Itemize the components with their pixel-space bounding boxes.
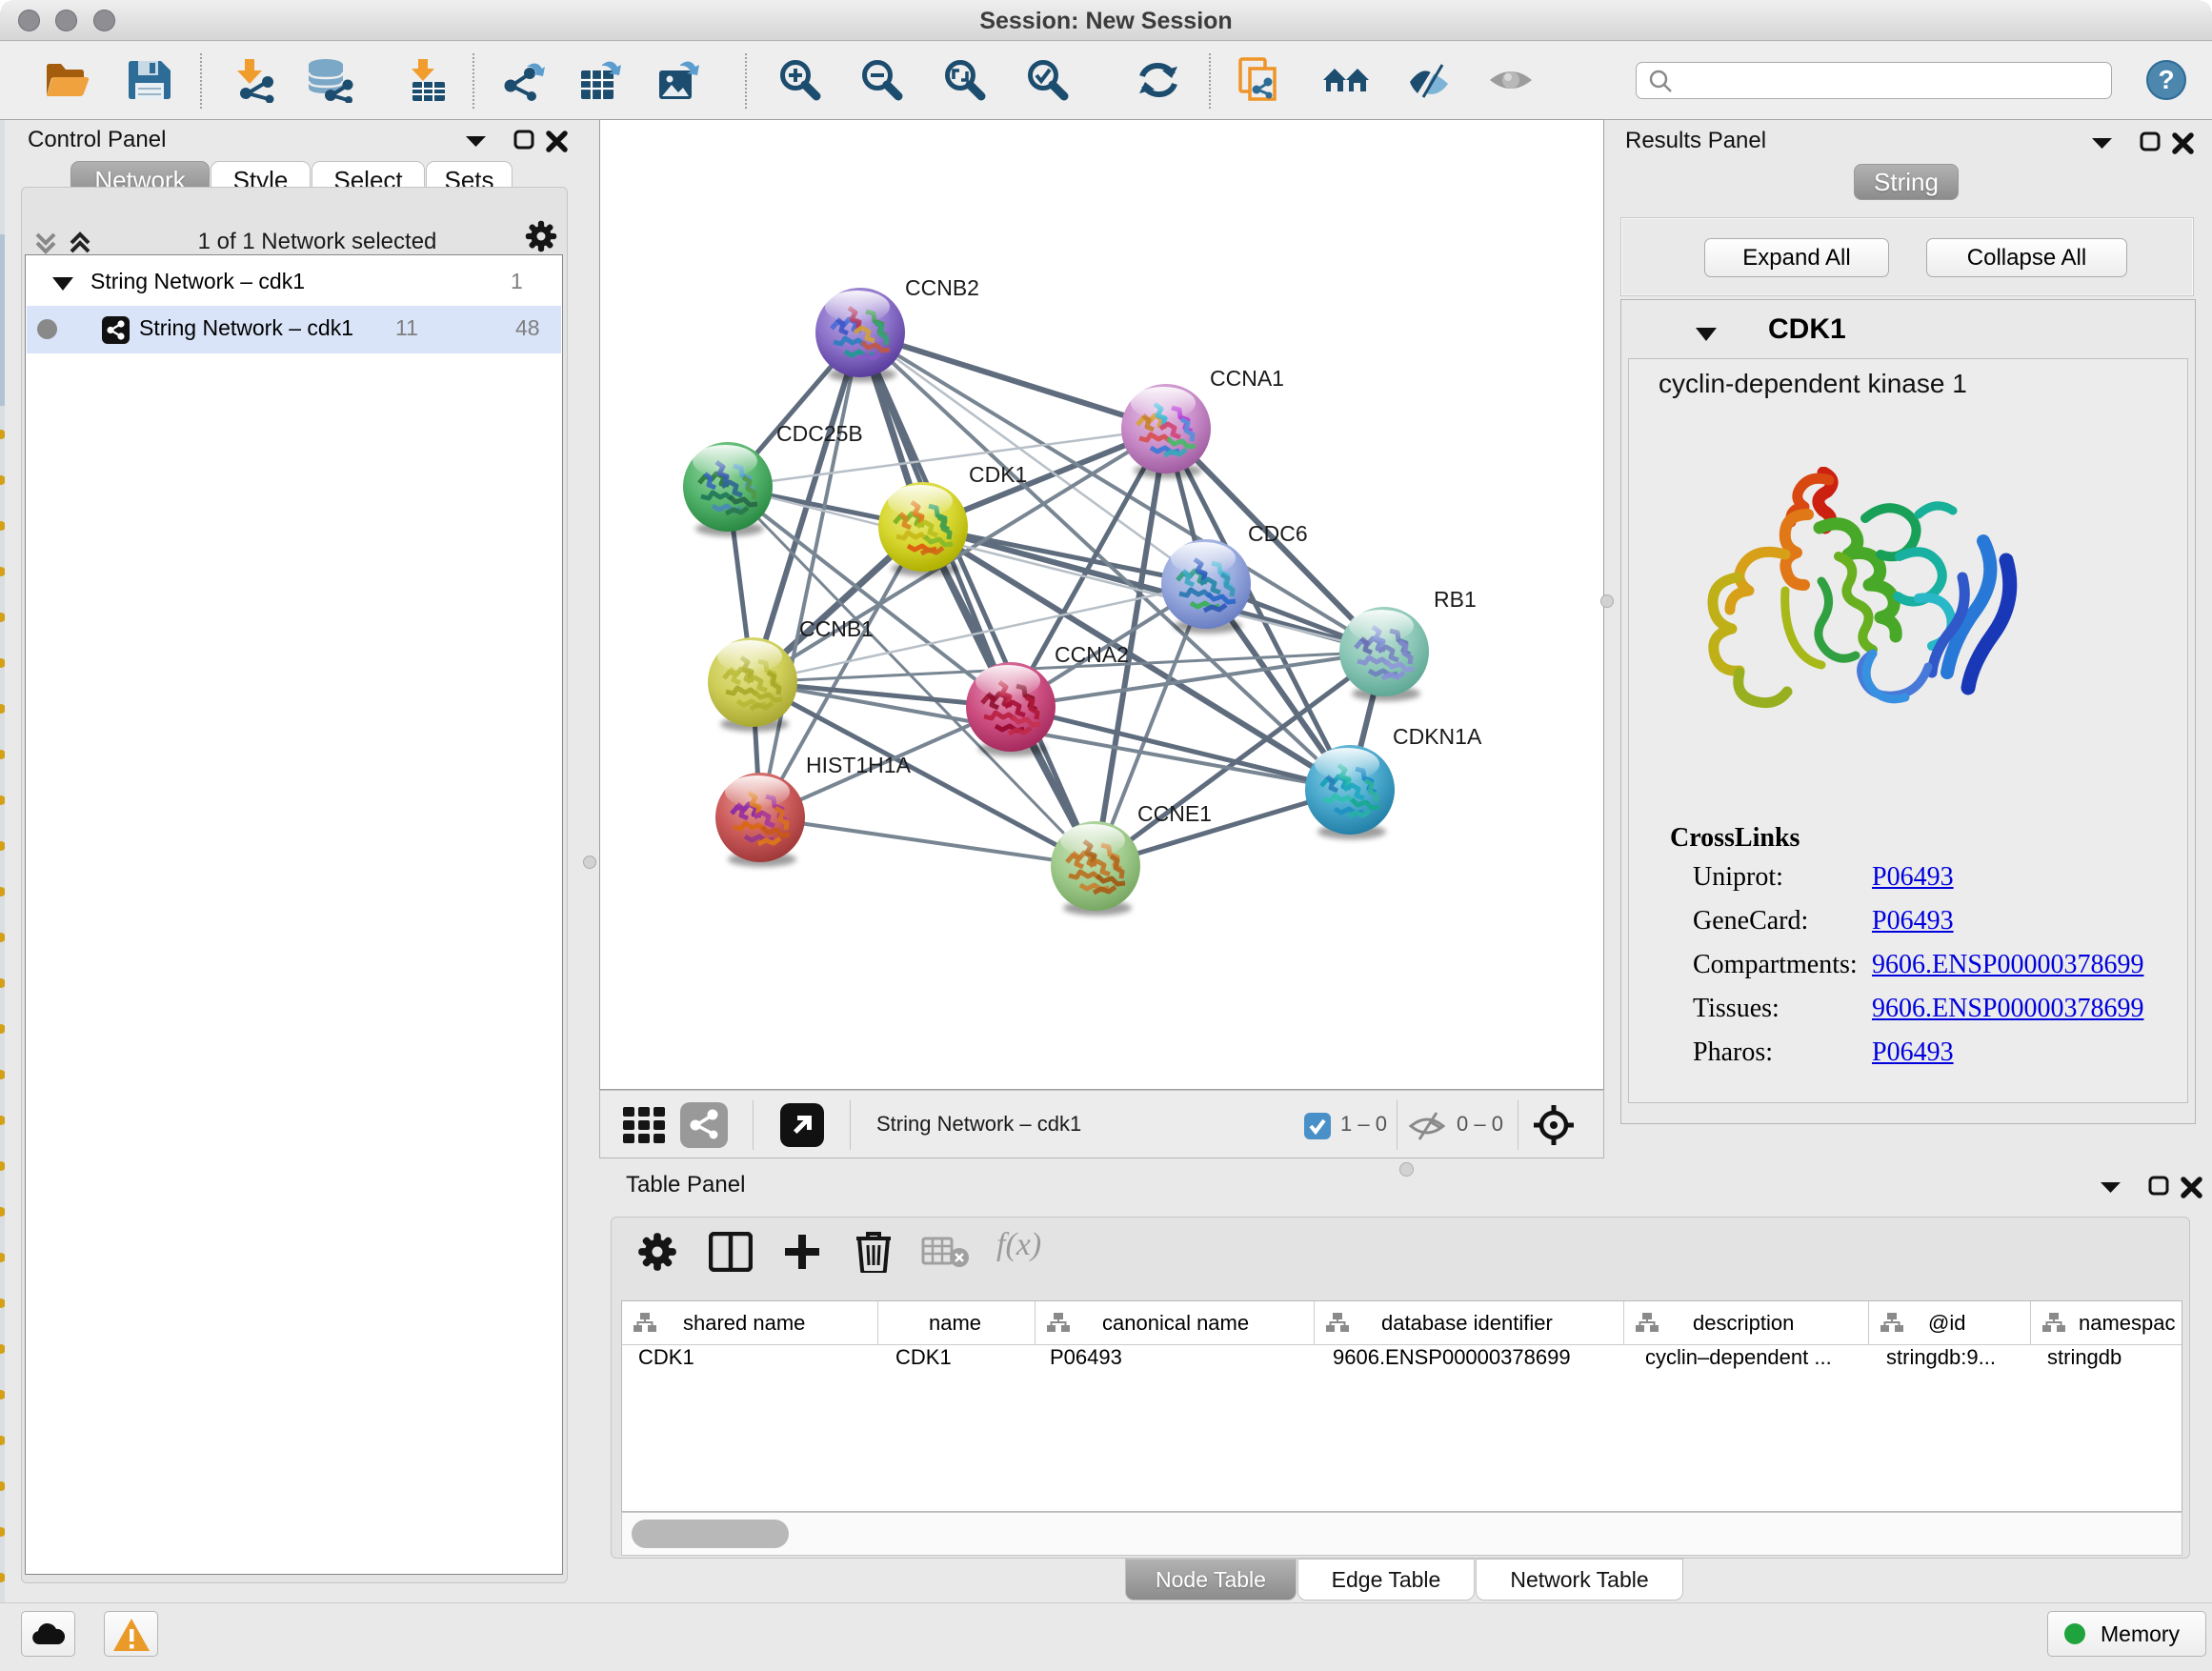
svg-text:CCNB1: CCNB1: [799, 616, 874, 641]
svg-text:CDC25B: CDC25B: [776, 421, 863, 446]
svg-text:RB1: RB1: [1434, 587, 1477, 612]
svg-text:CDKN1A: CDKN1A: [1393, 724, 1482, 749]
svg-text:CDK1: CDK1: [969, 462, 1027, 487]
svg-text:CDC6: CDC6: [1248, 521, 1308, 546]
svg-text:HIST1H1A: HIST1H1A: [806, 753, 912, 777]
svg-text:CCNA1: CCNA1: [1210, 366, 1284, 391]
svg-text:CCNE1: CCNE1: [1137, 801, 1212, 826]
svg-text:?: ?: [2158, 65, 2174, 94]
svg-text:CCNA2: CCNA2: [1055, 642, 1129, 667]
svg-text:CCNB2: CCNB2: [905, 275, 979, 300]
